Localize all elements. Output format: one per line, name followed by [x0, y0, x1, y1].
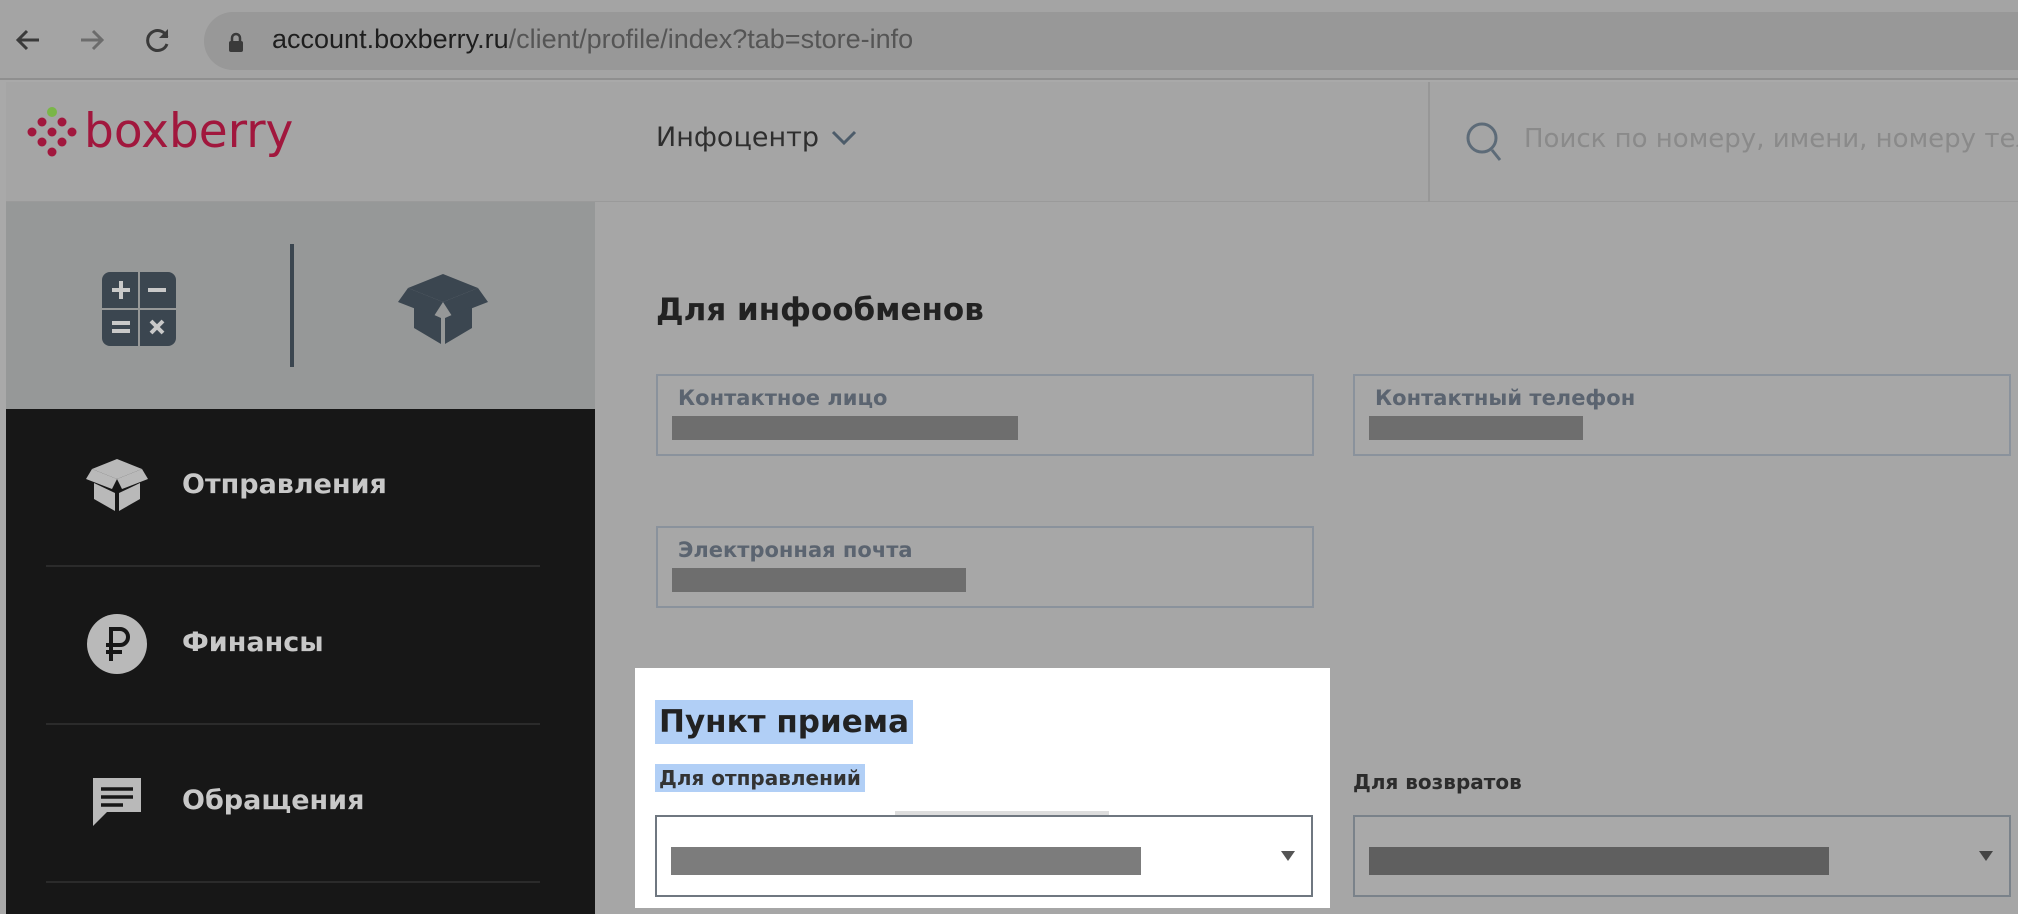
search-input[interactable]: Поиск по номеру, имени, номеру теле: [1524, 124, 2018, 154]
lock-icon: [229, 32, 243, 52]
caret-down-icon: [1979, 851, 1993, 861]
infocenter-menu[interactable]: Инфоцентр: [656, 122, 857, 153]
arrow-left-icon: [15, 29, 39, 51]
sidebar-item-label: Финансы: [182, 627, 324, 658]
quick-actions-divider: [290, 244, 294, 367]
reload-icon: [146, 29, 169, 52]
email-label: Электронная почта: [678, 538, 913, 562]
site-header: boxberry Инфоцентр Поиск по номеру, имен…: [6, 82, 2018, 202]
arrow-right-icon: [81, 29, 105, 51]
pickup-highlight-area: Пункт приема Для отправлений: [635, 668, 1330, 908]
for-shipments-label: Для отправлений: [655, 764, 865, 792]
caret-down-icon: [1281, 851, 1295, 861]
pickup-section-title: Пункт приема: [655, 700, 913, 744]
box-icon[interactable]: [398, 266, 488, 348]
shipments-pickup-select[interactable]: [655, 815, 1313, 897]
redacted-value: [672, 568, 966, 592]
forward-button[interactable]: [70, 18, 114, 62]
redacted-value: [1369, 847, 1829, 875]
contact-phone-field[interactable]: Контактный телефон: [1353, 374, 2011, 456]
chat-icon: [84, 769, 150, 835]
email-field[interactable]: Электронная почта: [656, 526, 1314, 608]
address-bar[interactable]: account.boxberry.ru/client/profile/index…: [204, 12, 2018, 70]
boxberry-logo[interactable]: boxberry: [26, 104, 293, 159]
sidebar-quick-actions: [6, 202, 595, 409]
header-divider: [1428, 82, 1430, 202]
returns-pickup-select[interactable]: [1353, 815, 2011, 897]
redacted-value: [672, 416, 1018, 440]
berry-logo-icon: [27, 106, 77, 156]
for-returns-label: Для возвратов: [1353, 770, 1522, 794]
sidebar-item-requests[interactable]: Обращения: [46, 725, 540, 883]
parcels-icon: [84, 453, 150, 519]
browser-toolbar: account.boxberry.ru/client/profile/index…: [0, 0, 2018, 80]
calculator-icon[interactable]: [102, 272, 176, 346]
sidebar-item-finance[interactable]: Финансы: [46, 567, 540, 725]
sidebar-item-shipments[interactable]: Отправления: [46, 409, 540, 567]
sidebar-item-label: Отправления: [182, 469, 387, 500]
info-section-title: Для инфообменов: [656, 292, 984, 328]
search-icon[interactable]: [1464, 120, 1504, 164]
back-button[interactable]: [6, 18, 50, 62]
url-path: /client/profile/index?tab=store-info: [508, 24, 914, 54]
url-domain: account.boxberry.ru: [272, 24, 509, 54]
reload-button[interactable]: [136, 18, 180, 62]
contact-person-field[interactable]: Контактное лицо: [656, 374, 1314, 456]
infocenter-label: Инфоцентр: [656, 122, 819, 153]
redacted-value: [671, 847, 1141, 875]
sidebar-nav: Отправления Финансы Обращения: [6, 409, 595, 914]
contact-phone-label: Контактный телефон: [1375, 386, 1636, 410]
ruble-icon: [84, 611, 150, 677]
redacted-value: [1369, 416, 1583, 440]
sidebar-item-label: Обращения: [182, 785, 365, 816]
logo-text: boxberry: [84, 104, 294, 159]
chevron-down-icon: [831, 130, 857, 145]
url-text: account.boxberry.ru/client/profile/index…: [272, 24, 913, 55]
contact-person-label: Контактное лицо: [678, 386, 888, 410]
